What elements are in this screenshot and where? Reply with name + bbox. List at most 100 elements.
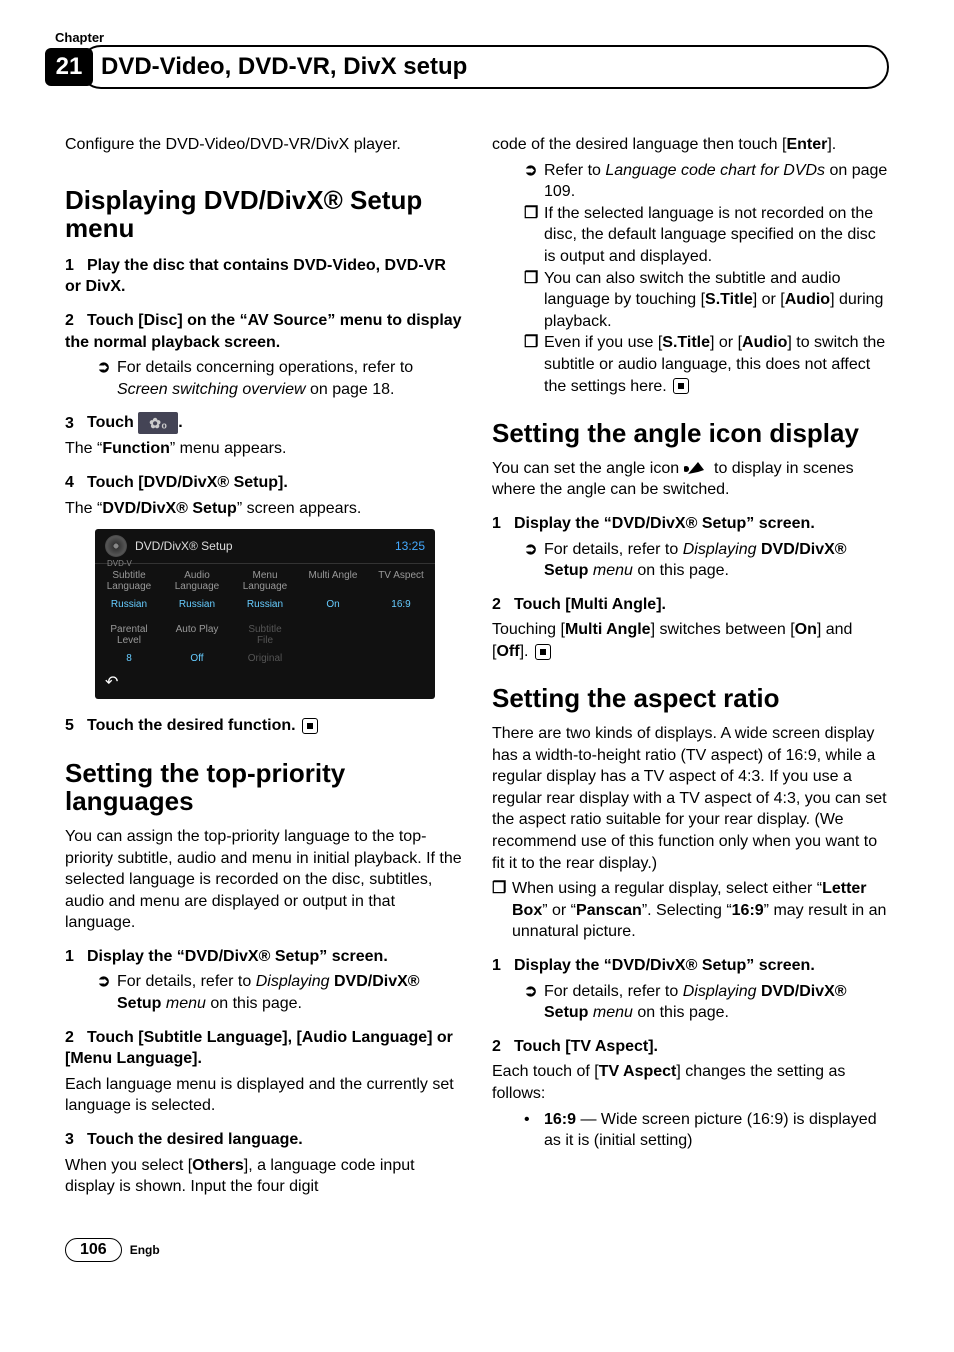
screenshot-col-header: AudioLanguage	[163, 564, 231, 594]
t: Audio	[742, 334, 787, 351]
chapter-label: Chapter	[55, 30, 889, 45]
t: For details, refer to	[544, 983, 683, 1000]
note-box-icon: ❐	[492, 878, 512, 900]
step-number: 5	[65, 715, 87, 737]
aspect-step-2: 2Touch [TV Aspect].	[492, 1036, 889, 1058]
t: On	[795, 621, 817, 638]
cont-note-3: ❐ Even if you use [S.Title] or [Audio] t…	[524, 332, 889, 397]
t: You can set the angle icon	[492, 460, 684, 477]
t: Multi Angle	[565, 621, 651, 638]
angle-step-1-text: Display the “DVD/DivX® Setup” screen.	[514, 515, 815, 532]
step-3: 3Touch ✿₀.	[65, 412, 462, 434]
end-mark-icon	[535, 644, 551, 660]
t: S.Title	[662, 334, 710, 351]
t: ] or [	[710, 334, 742, 351]
cont-note-1: ❐ If the selected language is not record…	[524, 203, 889, 268]
screenshot-col-header: SubtitleFile	[231, 618, 299, 648]
bullet-icon: •	[524, 1109, 544, 1131]
t: TV Aspect	[599, 1063, 677, 1080]
note-body: If the selected language is not recorded…	[544, 203, 889, 268]
step-4-text: Touch [DVD/DivX® Setup].	[87, 474, 288, 491]
t: — Wide screen picture (16:9) is displaye…	[544, 1111, 877, 1150]
heading-angle: Setting the angle icon display	[492, 419, 889, 448]
t: ”. Selecting “	[642, 902, 732, 919]
tp-step-3: 3Touch the desired language.	[65, 1129, 462, 1151]
note-box-icon: ❐	[524, 268, 544, 290]
angle-icon	[684, 460, 710, 476]
tp-step-2: 2Touch [Subtitle Language], [Audio Langu…	[65, 1027, 462, 1070]
step-number: 2	[65, 1027, 87, 1049]
aspect-step-1-xref: ➲ For details, refer to Displaying DVD/D…	[524, 981, 889, 1024]
gear-icon: ✿₀	[138, 412, 178, 434]
screenshot-col-header	[299, 618, 367, 648]
t: 16:9	[544, 1111, 576, 1128]
bullet-body: 16:9 — Wide screen picture (16:9) is dis…	[544, 1109, 889, 1152]
page-number: 106	[65, 1238, 122, 1262]
t: on this page.	[206, 995, 302, 1012]
step-number: 4	[65, 472, 87, 494]
xref-body: For details, refer to Displaying DVD/Div…	[544, 981, 889, 1024]
xref-arrow-icon: ➲	[524, 981, 544, 1003]
t: Panscan	[576, 902, 642, 919]
left-column: Configure the DVD-Video/DVD-VR/DivX play…	[65, 134, 462, 1202]
xref-body: For details, refer to Displaying DVD/Div…	[117, 971, 462, 1014]
aspect-intro: There are two kinds of displays. A wide …	[492, 723, 889, 874]
note-body: You can also switch the subtitle and aud…	[544, 268, 889, 333]
t: DVD/DivX® Setup	[102, 500, 236, 517]
screenshot-row2-values: 8OffOriginal	[95, 648, 435, 672]
screenshot-col-value	[299, 648, 367, 672]
t: menu	[588, 1004, 632, 1021]
t: For details, refer to	[117, 973, 256, 990]
t: The “	[65, 500, 102, 517]
screenshot-col-header: MenuLanguage	[231, 564, 299, 594]
angle-step-1: 1Display the “DVD/DivX® Setup” screen.	[492, 513, 889, 535]
aspect-step-2-result: Each touch of [TV Aspect] changes the se…	[492, 1061, 889, 1104]
screenshot-col-value: Russian	[163, 594, 231, 618]
t: Each touch of [	[492, 1063, 599, 1080]
step-number: 1	[492, 955, 514, 977]
top-priority-intro: You can assign the top-priority language…	[65, 826, 462, 934]
t: Language code chart for DVDs	[605, 162, 825, 179]
t: Displaying	[256, 973, 334, 990]
t: ].	[827, 136, 836, 153]
angle-step-2-text: Touch [Multi Angle].	[514, 596, 666, 613]
t: ” menu appears.	[170, 440, 287, 457]
aspect-step-1-text: Display the “DVD/DivX® Setup” screen.	[514, 957, 815, 974]
step-number: 3	[65, 413, 87, 435]
t: ] switches between [	[651, 621, 795, 638]
t: Off	[496, 643, 519, 660]
step-2-text-a: Touch [Disc] on the	[87, 312, 240, 329]
angle-step-1-xref: ➲ For details, refer to Displaying DVD/D…	[524, 539, 889, 582]
step-1-text: Play the disc that contains DVD-Video, D…	[65, 257, 446, 296]
t: menu	[588, 562, 632, 579]
t: Enter	[786, 136, 827, 153]
step-number: 1	[65, 946, 87, 968]
chapter-header: Chapter 21 DVD-Video, DVD-VR, DivX setup	[65, 30, 889, 89]
t: ” screen appears.	[237, 500, 362, 517]
content-columns: Configure the DVD-Video/DVD-VR/DivX play…	[65, 134, 889, 1202]
step-3-dot: .	[178, 415, 182, 432]
end-mark-icon	[302, 718, 318, 734]
screenshot-row1-values: RussianRussianRussianOn16:9	[95, 594, 435, 618]
screenshot-col-value: 16:9	[367, 594, 435, 618]
t: menu	[161, 995, 205, 1012]
setup-screenshot: DVD/DivX® Setup 13:25 DVD-V SubtitleLang…	[95, 529, 435, 699]
t: For details, refer to	[544, 541, 683, 558]
step-2-xref: ➲ For details concerning operations, ref…	[97, 357, 462, 400]
screenshot-col-header: ParentalLevel	[95, 618, 163, 648]
xref-body: For details concerning operations, refer…	[117, 357, 462, 400]
step-number: 2	[492, 594, 514, 616]
t: ” or “	[542, 902, 576, 919]
aspect-bullet-1: • 16:9 — Wide screen picture (16:9) is d…	[524, 1109, 889, 1152]
t: S.Title	[705, 291, 753, 308]
step-2-text-b: “AV Source”	[240, 312, 336, 329]
angle-step-2-result: Touching [Multi Angle] switches between …	[492, 619, 889, 662]
screenshot-col-value: Off	[163, 648, 231, 672]
xref-text-b: on page 18.	[306, 381, 395, 398]
t: Displaying	[683, 983, 761, 1000]
step-3-text: Touch	[87, 415, 138, 432]
t: Refer to	[544, 162, 605, 179]
screenshot-title: DVD/DivX® Setup	[135, 538, 395, 554]
step-number: 3	[65, 1129, 87, 1151]
page-footer: 106 Engb	[65, 1238, 160, 1262]
